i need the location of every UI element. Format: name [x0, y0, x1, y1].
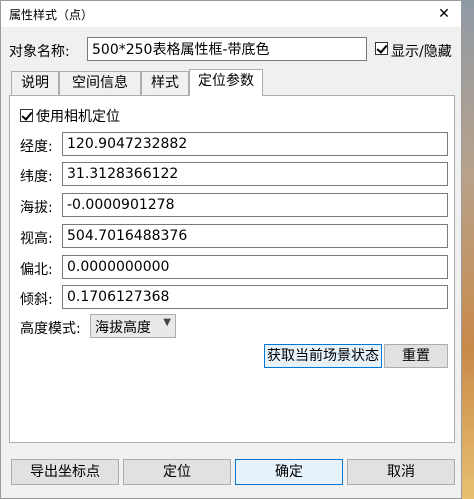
close-icon[interactable]: ✕	[433, 4, 455, 24]
tilt-input[interactable]	[62, 285, 448, 309]
heading-label: 偏北:	[20, 262, 53, 278]
position-params-panel: 使用相机定位 经度: 纬度: 海拔: 视高: 偏北: 倾斜: 高度模式: 海拔高…	[9, 95, 455, 443]
title-bar[interactable]: 属性样式（点） ✕	[1, 1, 461, 27]
use-camera-checkbox[interactable]	[20, 109, 33, 122]
show-hide-label: 显示/隐藏	[391, 44, 452, 60]
height-mode-value: 海拔高度	[95, 320, 151, 336]
tab-spatial-info[interactable]: 空间信息	[59, 71, 141, 95]
ok-button[interactable]: 确定	[235, 459, 343, 485]
chevron-down-icon: ▼	[163, 317, 171, 328]
show-hide-checkbox[interactable]	[375, 42, 388, 55]
window-title: 属性样式（点）	[9, 8, 94, 22]
tilt-label: 倾斜:	[20, 292, 53, 308]
export-coordinates-button[interactable]: 导出坐标点	[11, 459, 119, 485]
view-height-label: 视高:	[20, 231, 53, 247]
altitude-input[interactable]	[62, 193, 448, 217]
attribute-style-dialog: 属性样式（点） ✕ 对象名称: 显示/隐藏 说明 空间信息 样式 定位参数 使用…	[0, 0, 462, 499]
latitude-label: 纬度:	[20, 169, 53, 185]
altitude-label: 海拔:	[20, 200, 53, 216]
object-name-label: 对象名称:	[9, 44, 70, 60]
longitude-label: 经度:	[20, 139, 53, 155]
view-height-input[interactable]	[62, 224, 448, 248]
longitude-input[interactable]	[62, 132, 448, 156]
get-scene-state-button[interactable]: 获取当前场景状态	[264, 344, 382, 368]
locate-button[interactable]: 定位	[123, 459, 231, 485]
object-name-input[interactable]	[87, 37, 367, 61]
heading-input[interactable]	[62, 255, 448, 279]
height-mode-label: 高度模式:	[20, 321, 81, 337]
height-mode-select[interactable]: 海拔高度 ▼	[90, 314, 176, 338]
tab-description[interactable]: 说明	[11, 71, 59, 95]
desktop-background-strip	[462, 0, 474, 499]
latitude-input[interactable]	[62, 162, 448, 186]
cancel-button[interactable]: 取消	[347, 459, 455, 485]
reset-button[interactable]: 重置	[384, 344, 448, 368]
tab-position-params[interactable]: 定位参数	[189, 69, 263, 96]
use-camera-label: 使用相机定位	[36, 109, 120, 125]
tab-style[interactable]: 样式	[141, 71, 189, 95]
